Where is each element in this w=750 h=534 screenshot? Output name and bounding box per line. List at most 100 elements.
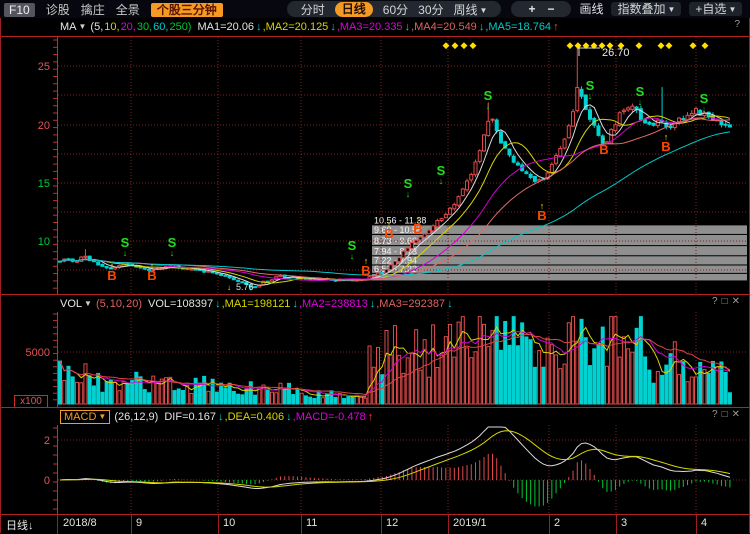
- period-tab-30分[interactable]: 30分: [418, 1, 443, 18]
- svg-text:◆: ◆: [470, 40, 477, 50]
- button-指数叠加[interactable]: 指数叠加▼: [611, 2, 681, 16]
- macd-axis-label: 2: [44, 435, 50, 447]
- period-tab-分时[interactable]: 分时: [301, 1, 325, 18]
- axis-separator: [131, 515, 132, 534]
- vol-value: ,MA1=198121: [222, 298, 291, 310]
- ma-value: ,MA5=18.764: [485, 21, 551, 33]
- maximize-icon[interactable]: □: [722, 409, 732, 420]
- close-icon[interactable]: ✕: [732, 296, 744, 307]
- sell-marker: S↓: [484, 88, 493, 111]
- buy-marker: ↑B: [361, 256, 370, 278]
- sell-marker: S↓: [586, 78, 595, 101]
- ma-dropdown[interactable]: MA▼: [60, 21, 86, 33]
- button-+自选[interactable]: +自选▼: [689, 2, 742, 16]
- sell-marker: S↓: [404, 176, 413, 199]
- price-axis-label: 20: [38, 120, 50, 132]
- ma-param: 30,: [137, 21, 152, 33]
- help-icon[interactable]: ?: [734, 19, 744, 30]
- svg-text:↓: ↓: [123, 248, 128, 258]
- vol-row-icons: ?□✕: [712, 296, 744, 307]
- down-arrow-icon: ↓: [28, 520, 34, 532]
- month-label: 2: [554, 517, 560, 529]
- sell-marker: S↓: [700, 91, 709, 114]
- period-tab-周线[interactable]: 周线▼: [454, 1, 488, 18]
- down-arrow-icon: ↓: [370, 298, 376, 310]
- buy-marker: ↑B: [661, 132, 670, 154]
- volume-indicator-row: VOL▼ (5,10,20) VOL=108397↓,MA1=198121↓,M…: [1, 294, 749, 313]
- price-axis-label: 25: [38, 61, 50, 73]
- month-label: 9: [136, 517, 142, 529]
- sell-marker: S↓: [348, 238, 357, 261]
- vol-param: 20): [126, 298, 142, 310]
- maximize-icon[interactable]: □: [722, 296, 732, 307]
- month-label: 11: [306, 517, 317, 529]
- macd-dropdown[interactable]: MACD▼: [60, 410, 110, 424]
- macd-indicator-row: MACD▼ (26,12,9) DIF=0.167↓,DEA=0.406↓,MA…: [1, 407, 749, 426]
- ma-params: (5,10,20,30,60,250): [90, 21, 197, 33]
- vol-param: (5,: [96, 298, 109, 310]
- macd-chart[interactable]: 20: [0, 425, 750, 514]
- price-axis-label: 15: [38, 178, 50, 190]
- close-icon[interactable]: ✕: [732, 409, 744, 420]
- tab-F10[interactable]: F10: [4, 3, 35, 17]
- help-icon[interactable]: ?: [712, 296, 722, 307]
- svg-text:◆: ◆: [702, 40, 709, 50]
- sell-marker: S↓: [437, 163, 446, 186]
- volume-axis-label: 5000: [26, 347, 50, 359]
- svg-text:↓: ↓: [170, 248, 175, 258]
- svg-text:↓: ↓: [486, 101, 491, 111]
- main-candlestick-chart[interactable]: 10.56 - 11.389.60 - 10.568.73 - 9.607.94…: [0, 36, 750, 294]
- svg-text:↓: ↓: [439, 176, 444, 186]
- zoom-pill: + −: [511, 1, 571, 17]
- vol-dropdown[interactable]: VOL▼: [60, 298, 92, 310]
- svg-text:↓: ↓: [702, 104, 707, 114]
- vol-value: VOL=108397: [148, 298, 213, 310]
- month-label: 12: [386, 517, 398, 529]
- ma-value: ,MA2=20.125: [263, 21, 329, 33]
- vol-values: VOL=108397↓,MA1=198121↓,MA2=238813↓,MA3=…: [148, 298, 454, 310]
- peak-price-annotation: 26.70: [602, 47, 630, 59]
- svg-text:B: B: [147, 268, 156, 283]
- month-label: 4: [701, 517, 707, 529]
- left-border: [0, 18, 1, 533]
- help-icon[interactable]: ?: [712, 409, 722, 420]
- toolbar-right: 画线指数叠加▼+自选▼ ▶|: [571, 0, 750, 18]
- zoom-in-button[interactable]: +: [528, 2, 535, 16]
- down-arrow-icon: ↓: [330, 21, 336, 33]
- svg-text:◆: ◆: [443, 40, 450, 50]
- down-arrow-icon: ↓: [405, 21, 411, 33]
- tab-擒庄[interactable]: 擒庄: [81, 3, 105, 17]
- low-price-annotation: 5.76: [236, 282, 254, 292]
- sell-marker: S↓: [168, 235, 177, 258]
- ma-values: MA1=20.06↓,MA2=20.125↓,MA3=20.335↓,MA4=2…: [197, 21, 559, 33]
- tab-个股三分钟[interactable]: 个股三分钟: [151, 3, 223, 17]
- axis-separator: [381, 515, 382, 534]
- period-tab-60分[interactable]: 60分: [383, 1, 408, 18]
- axis-separator: [218, 515, 219, 534]
- volume-chart[interactable]: 5000: [0, 312, 750, 407]
- vol-value: ,MA2=238813: [299, 298, 368, 310]
- axis-separator: [696, 515, 697, 534]
- svg-text:B: B: [107, 268, 116, 283]
- ma-param: 60,: [153, 21, 168, 33]
- up-arrow-icon: ↑: [553, 21, 559, 33]
- down-arrow-icon: ↓: [215, 298, 221, 310]
- tab-全景[interactable]: 全景: [116, 3, 140, 17]
- ma-param: 250): [169, 21, 191, 33]
- chevron-down-icon: ▼: [480, 6, 488, 15]
- vol-value: ,MA3=292387: [376, 298, 445, 310]
- svg-text:B: B: [384, 226, 393, 241]
- svg-text:B: B: [537, 208, 546, 223]
- svg-text:↓: ↓: [638, 97, 643, 107]
- chevron-down-icon: ▼: [728, 5, 736, 14]
- zoom-out-button[interactable]: −: [547, 2, 554, 16]
- toolbar-left-tabs: F10 诊股擒庄全景个股三分钟: [0, 1, 223, 18]
- buy-marker: ↑B: [599, 135, 608, 157]
- vol-params: (5,10,20): [96, 298, 148, 310]
- period-tab-日线[interactable]: 日线: [335, 2, 373, 17]
- tab-诊股[interactable]: 诊股: [46, 3, 70, 17]
- macd-row-icons: ?□✕: [712, 409, 744, 420]
- button-画线[interactable]: 画线: [579, 2, 603, 16]
- down-arrow-icon: ↓: [292, 298, 298, 310]
- axis-period-dropdown[interactable]: 日线↓: [6, 517, 34, 533]
